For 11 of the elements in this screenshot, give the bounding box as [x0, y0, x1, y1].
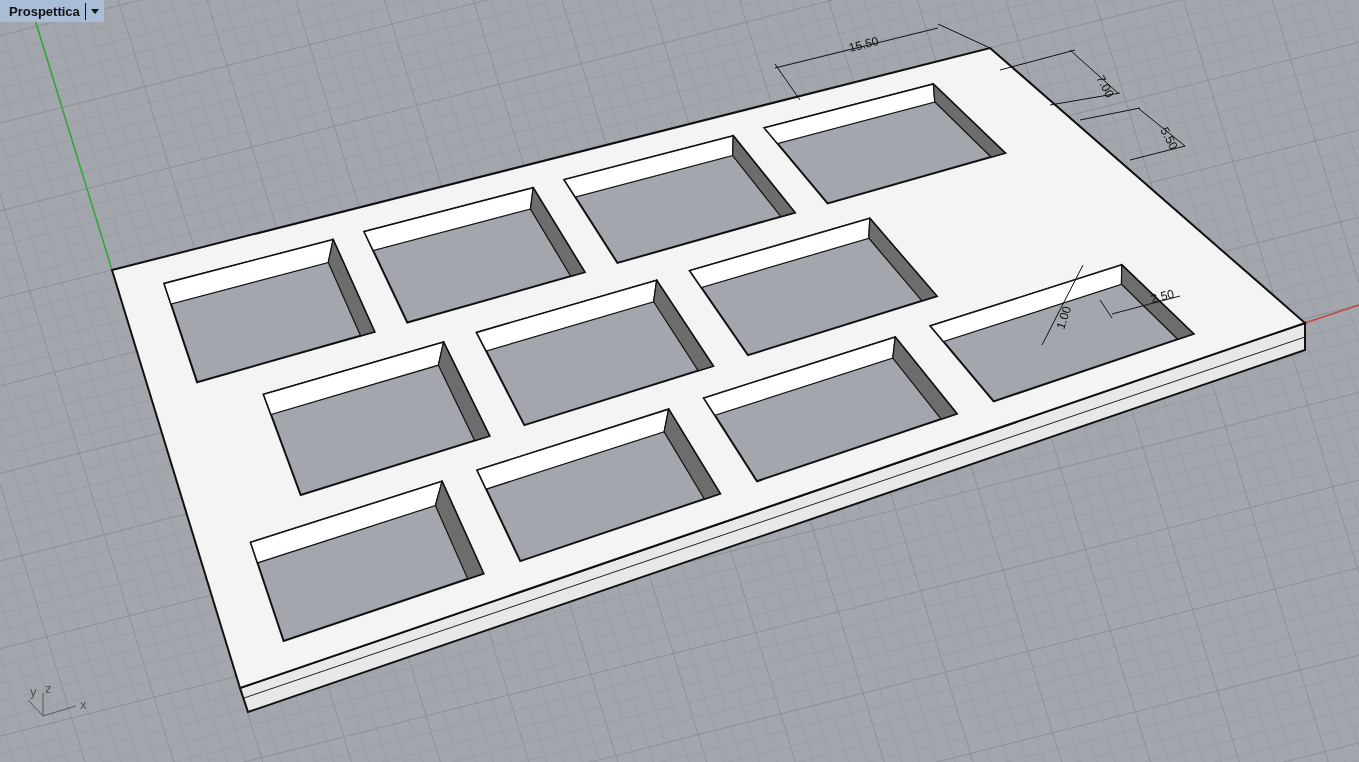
dimension-label: 15.50: [847, 34, 880, 55]
x-axis-line: [1304, 304, 1359, 324]
axis-label: x: [80, 697, 87, 712]
axis-label: z: [45, 681, 52, 696]
viewport-title: Prospettica: [9, 3, 80, 19]
dimension-label: 5.50: [1157, 124, 1181, 153]
axis-label: y: [30, 684, 37, 699]
viewport-title-tab[interactable]: Prospettica: [0, 0, 104, 22]
dimension-label: 1.00: [1053, 304, 1075, 331]
dimension-label: 7.00: [1093, 72, 1117, 101]
caret-icon[interactable]: [90, 8, 99, 14]
